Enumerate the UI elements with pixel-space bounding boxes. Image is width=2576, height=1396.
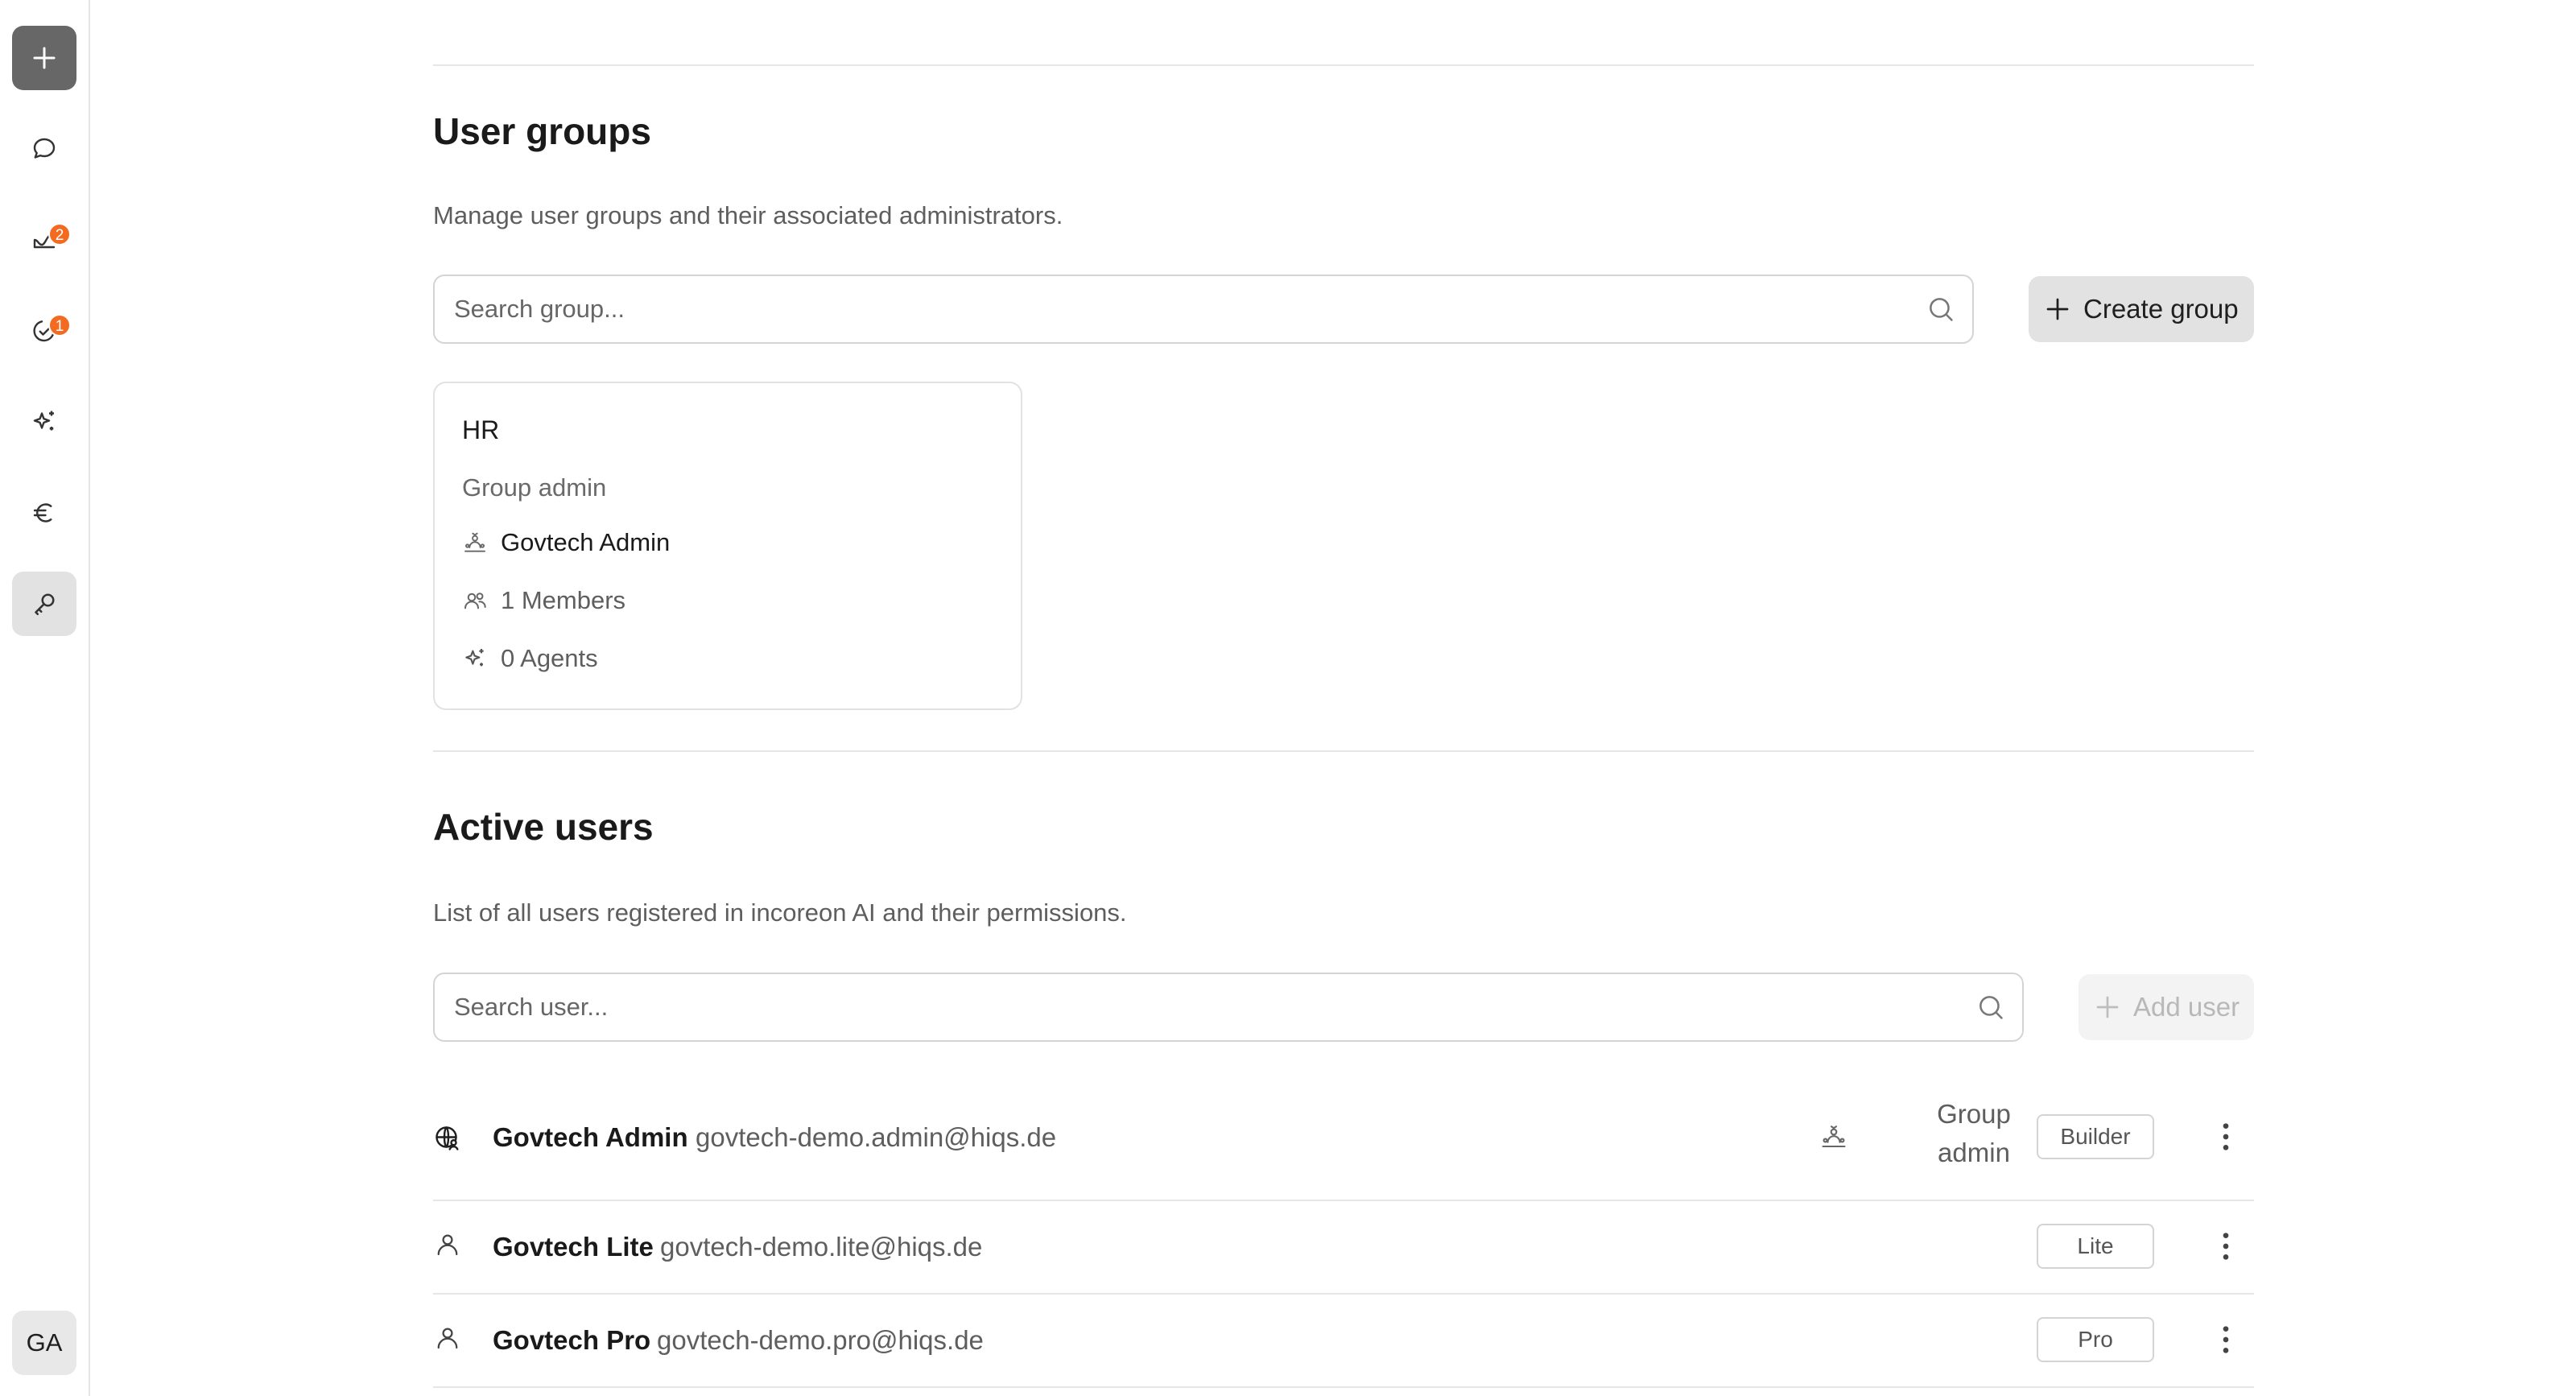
- user-email: govtech-demo.lite@hiqs.de: [660, 1232, 983, 1262]
- euro-icon: [33, 503, 52, 522]
- group-card-hr[interactable]: HR Group admin Govtech Admin 1 Members 0…: [433, 382, 1022, 710]
- search-icon[interactable]: [1926, 294, 1956, 324]
- user-search-input[interactable]: [454, 974, 1951, 1040]
- group-search-input[interactable]: [454, 276, 1903, 342]
- sidebar-item-billing[interactable]: [12, 481, 76, 545]
- more-options-icon[interactable]: [2215, 1121, 2236, 1153]
- add-user-label: Add user: [2133, 992, 2240, 1022]
- chat-icon: [33, 138, 56, 159]
- user-groups-title: User groups: [433, 110, 651, 152]
- user-role-line1: Group: [1937, 1099, 2011, 1129]
- top-divider: [433, 64, 2254, 66]
- sidebar-item-tasks[interactable]: 1: [12, 299, 76, 363]
- sidebar-item-workflows[interactable]: 2: [12, 208, 76, 272]
- create-group-label: Create group: [2083, 294, 2239, 324]
- user-name: Govtech Admin: [493, 1122, 688, 1152]
- user-icon: [437, 1328, 458, 1349]
- user-avatar[interactable]: GA: [12, 1311, 76, 1375]
- admin-crown-icon: [464, 532, 485, 552]
- sidebar-item-agents[interactable]: [12, 390, 76, 454]
- user-search: [433, 973, 2024, 1042]
- sidebar-item-admin[interactable]: [12, 572, 76, 636]
- admin-crown-icon: [1822, 1125, 1846, 1148]
- user-role-line2: admin: [1938, 1138, 2010, 1167]
- plus-icon: [2096, 996, 2119, 1018]
- globe-user-icon: [436, 1126, 459, 1150]
- group-search: [433, 275, 1974, 344]
- row-divider: [433, 1386, 2254, 1388]
- tasks-badge: 1: [48, 314, 71, 337]
- admin-key-icon: [35, 593, 55, 616]
- license-badge: Builder: [2037, 1114, 2154, 1159]
- group-members-count: 1 Members: [501, 586, 626, 614]
- active-users-description: List of all users registered in incoreon…: [433, 898, 1127, 927]
- group-agents-row: 0 Agents: [462, 644, 598, 673]
- sidebar: 2 1 GA: [0, 0, 90, 1396]
- plus-icon: [2046, 298, 2069, 320]
- agents-sparkle-icon: [33, 411, 54, 431]
- new-chat-button[interactable]: [12, 26, 76, 90]
- active-users-title: Active users: [433, 806, 654, 848]
- group-admin-row: Govtech Admin: [462, 528, 670, 557]
- user-role: Group admin: [1924, 1095, 2024, 1172]
- plus-icon: [33, 47, 56, 69]
- members-icon: [464, 593, 486, 609]
- user-groups-description: Manage user groups and their associated …: [433, 201, 1063, 229]
- user-email: govtech-demo.pro@hiqs.de: [657, 1325, 984, 1355]
- user-name: Govtech Lite: [493, 1232, 654, 1262]
- sidebar-item-chat[interactable]: [12, 117, 76, 181]
- user-email: govtech-demo.admin@hiqs.de: [696, 1122, 1057, 1152]
- group-admin-name: Govtech Admin: [501, 528, 671, 556]
- user-name: Govtech Pro: [493, 1325, 651, 1355]
- workflows-badge: 2: [48, 223, 71, 246]
- license-badge: Pro: [2037, 1317, 2154, 1362]
- section-divider: [433, 750, 2254, 752]
- search-icon[interactable]: [1975, 992, 2006, 1022]
- group-admin-heading: Group admin: [462, 473, 607, 502]
- group-name: HR: [462, 415, 500, 444]
- user-row[interactable]: Govtech Lite govtech-demo.lite@hiqs.de L…: [433, 1201, 2254, 1293]
- create-group-button[interactable]: Create group: [2029, 276, 2254, 342]
- user-row[interactable]: Govtech Pro govtech-demo.pro@hiqs.de Pro: [433, 1295, 2254, 1386]
- group-members-row: 1 Members: [462, 586, 625, 615]
- license-badge: Lite: [2037, 1224, 2154, 1269]
- user-row[interactable]: Govtech Admin govtech-demo.admin@hiqs.de…: [433, 1095, 2254, 1200]
- add-user-button[interactable]: Add user: [2079, 974, 2254, 1040]
- user-icon: [437, 1234, 458, 1256]
- group-agents-count: 0 Agents: [501, 644, 598, 672]
- agents-sparkle-icon: [465, 649, 484, 667]
- more-options-icon[interactable]: [2215, 1230, 2236, 1262]
- more-options-icon[interactable]: [2215, 1324, 2236, 1356]
